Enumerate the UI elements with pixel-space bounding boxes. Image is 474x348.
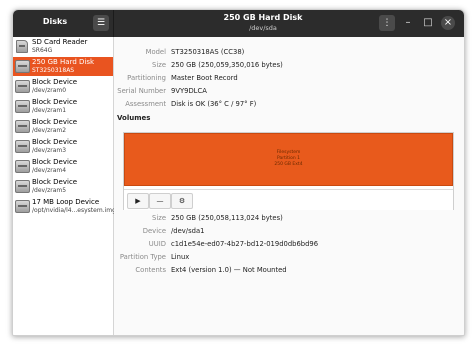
- partition-type-value: Linux: [171, 253, 190, 261]
- block-device-icon: [15, 100, 30, 113]
- device-name: Block Device: [32, 98, 78, 106]
- header-bar: Disks ☰ 250 GB Hard Disk /dev/sda ⋮ – □ …: [13, 10, 464, 37]
- window-title: 250 GB Hard Disk: [223, 13, 303, 22]
- hard-disk-icon: [15, 60, 30, 73]
- device-name: Block Device: [32, 118, 78, 126]
- maximize-icon[interactable]: □: [421, 16, 435, 30]
- device-sub: /dev/zram0: [32, 87, 67, 94]
- device-item-zram1[interactable]: Block Device /dev/zram1: [13, 97, 113, 116]
- device-item-zram0[interactable]: Block Device /dev/zram0: [13, 77, 113, 96]
- minus-icon: —: [156, 197, 164, 205]
- disks-window: Disks ☰ 250 GB Hard Disk /dev/sda ⋮ – □ …: [12, 9, 465, 336]
- volumes-heading: Volumes: [117, 114, 151, 122]
- device-name: SD Card Reader: [32, 38, 88, 46]
- serial-number-value: 9VY9DLCA: [171, 87, 207, 95]
- block-device-icon: [15, 80, 30, 93]
- block-device-icon: [15, 160, 30, 173]
- device-value: /dev/sda1: [171, 227, 205, 235]
- kebab-menu-icon[interactable]: ⋮: [379, 15, 395, 31]
- model-label: Model: [145, 48, 166, 56]
- device-item-hard-disk[interactable]: 250 GB Hard Disk ST3250318AS: [13, 57, 113, 76]
- block-device-icon: [15, 180, 30, 193]
- device-name: Block Device: [32, 138, 78, 146]
- block-device-icon: [15, 140, 30, 153]
- hamburger-menu-icon[interactable]: ☰: [93, 15, 109, 31]
- device-label: Device: [142, 227, 166, 235]
- window-subtitle: /dev/sda: [249, 24, 277, 32]
- partition-options-button[interactable]: ⚙: [171, 193, 193, 209]
- volume-toolbar: ▶ — ⚙: [124, 189, 453, 210]
- disk-details-pane: Model ST3250318AS (CC38) Size 250 GB (25…: [114, 37, 464, 335]
- assessment-label: Assessment: [125, 100, 166, 108]
- close-icon[interactable]: ×: [441, 16, 455, 30]
- partition-1-block[interactable]: Filesystem Partition 1 250 GB Ext4: [124, 133, 453, 186]
- device-item-sd-card-reader[interactable]: SD Card Reader SR64G: [13, 37, 113, 56]
- device-sub: /dev/zram2: [32, 127, 67, 134]
- sidebar-header: Disks ☰: [13, 10, 114, 37]
- device-name: 17 MB Loop Device: [32, 198, 100, 206]
- mount-button[interactable]: ▶: [127, 193, 149, 209]
- sd-card-icon: [16, 40, 28, 53]
- device-sub: /dev/zram5: [32, 187, 67, 194]
- device-item-zram3[interactable]: Block Device /dev/zram3: [13, 137, 113, 156]
- device-sub: /dev/zram3: [32, 147, 67, 154]
- play-icon: ▶: [135, 197, 141, 205]
- size-label: Size: [152, 61, 166, 69]
- device-name: Block Device: [32, 78, 78, 86]
- device-sub: ST3250318AS: [32, 67, 75, 74]
- partition-size-label: Size: [152, 214, 166, 222]
- device-name: Block Device: [32, 158, 78, 166]
- device-list: SD Card Reader SR64G 250 GB Hard Disk ST…: [13, 37, 116, 335]
- loop-device-icon: [15, 200, 30, 213]
- size-value: 250 GB (250,059,350,016 bytes): [171, 61, 283, 69]
- model-value: ST3250318AS (CC38): [171, 48, 245, 56]
- contents-label: Contents: [135, 266, 166, 274]
- partitioning-label: Partitioning: [127, 74, 166, 82]
- assessment-value: Disk is OK (36° C / 97° F): [171, 100, 257, 108]
- uuid-value: c1d1e54e-ed07-4b27-bd12-019d0db6bd96: [171, 240, 319, 248]
- device-sub: /dev/zram4: [32, 167, 67, 174]
- device-sub: SR64G: [32, 47, 53, 54]
- device-item-loop-device[interactable]: 17 MB Loop Device /opt/nvidia/l4...esyst…: [13, 197, 116, 216]
- delete-partition-button[interactable]: —: [149, 193, 171, 209]
- partition-size-label: 250 GB Ext4: [274, 162, 303, 167]
- gear-icon: ⚙: [178, 197, 186, 205]
- partition-size-value: 250 GB (250,058,113,024 bytes): [171, 214, 283, 222]
- app-title: Disks: [42, 17, 68, 26]
- device-name: Block Device: [32, 178, 78, 186]
- block-device-icon: [15, 120, 30, 133]
- device-item-zram5[interactable]: Block Device /dev/zram5: [13, 177, 113, 196]
- device-sub: /dev/zram1: [32, 107, 67, 114]
- device-name: 250 GB Hard Disk: [32, 58, 95, 66]
- device-sub: /opt/nvidia/l4...esystem.img: [32, 207, 116, 214]
- serial-number-label: Serial Number: [117, 87, 166, 95]
- partition-type-label: Partition Type: [119, 253, 166, 261]
- partition-name-label: Partition 1: [276, 156, 301, 161]
- device-item-zram2[interactable]: Block Device /dev/zram2: [13, 117, 113, 136]
- minimize-icon[interactable]: –: [401, 16, 415, 30]
- uuid-label: UUID: [148, 240, 166, 248]
- partition-fs-label: Filesystem: [276, 150, 301, 155]
- partitioning-value: Master Boot Record: [171, 74, 238, 82]
- contents-value: Ext4 (version 1.0) — Not Mounted: [171, 266, 287, 274]
- volumes-map: Filesystem Partition 1 250 GB Ext4 ▶ — ⚙: [123, 132, 454, 210]
- device-item-zram4[interactable]: Block Device /dev/zram4: [13, 157, 113, 176]
